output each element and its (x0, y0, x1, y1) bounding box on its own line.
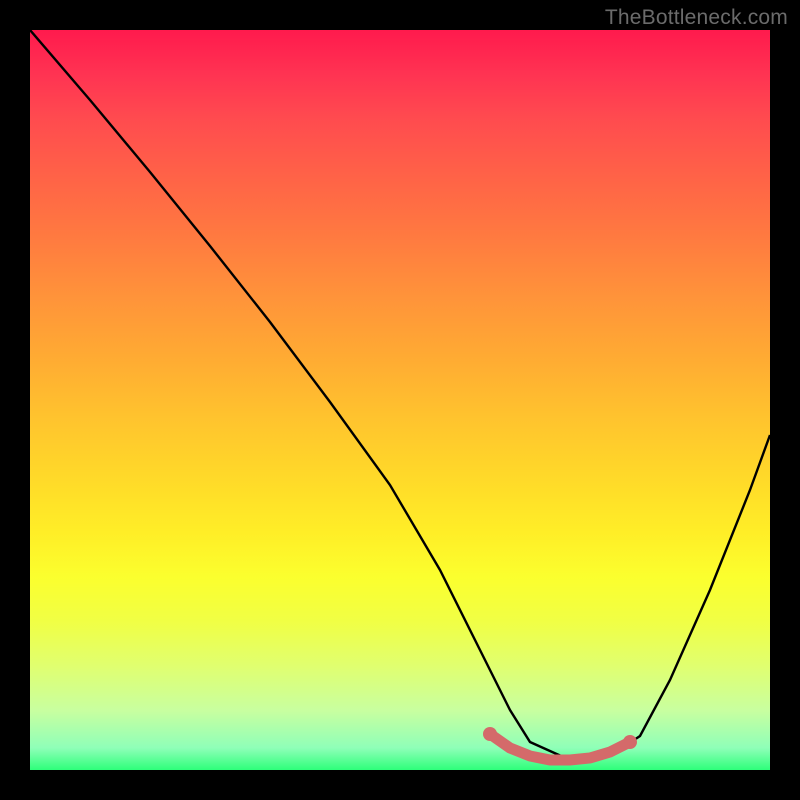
chart-svg (30, 30, 770, 770)
highlight-segment (490, 734, 630, 760)
highlight-start-dot (483, 727, 497, 741)
highlight-end-dot (623, 735, 637, 749)
watermark-text: TheBottleneck.com (605, 6, 788, 30)
plot-area (30, 30, 770, 770)
bottleneck-curve (30, 30, 770, 760)
chart-frame: TheBottleneck.com (0, 0, 800, 800)
